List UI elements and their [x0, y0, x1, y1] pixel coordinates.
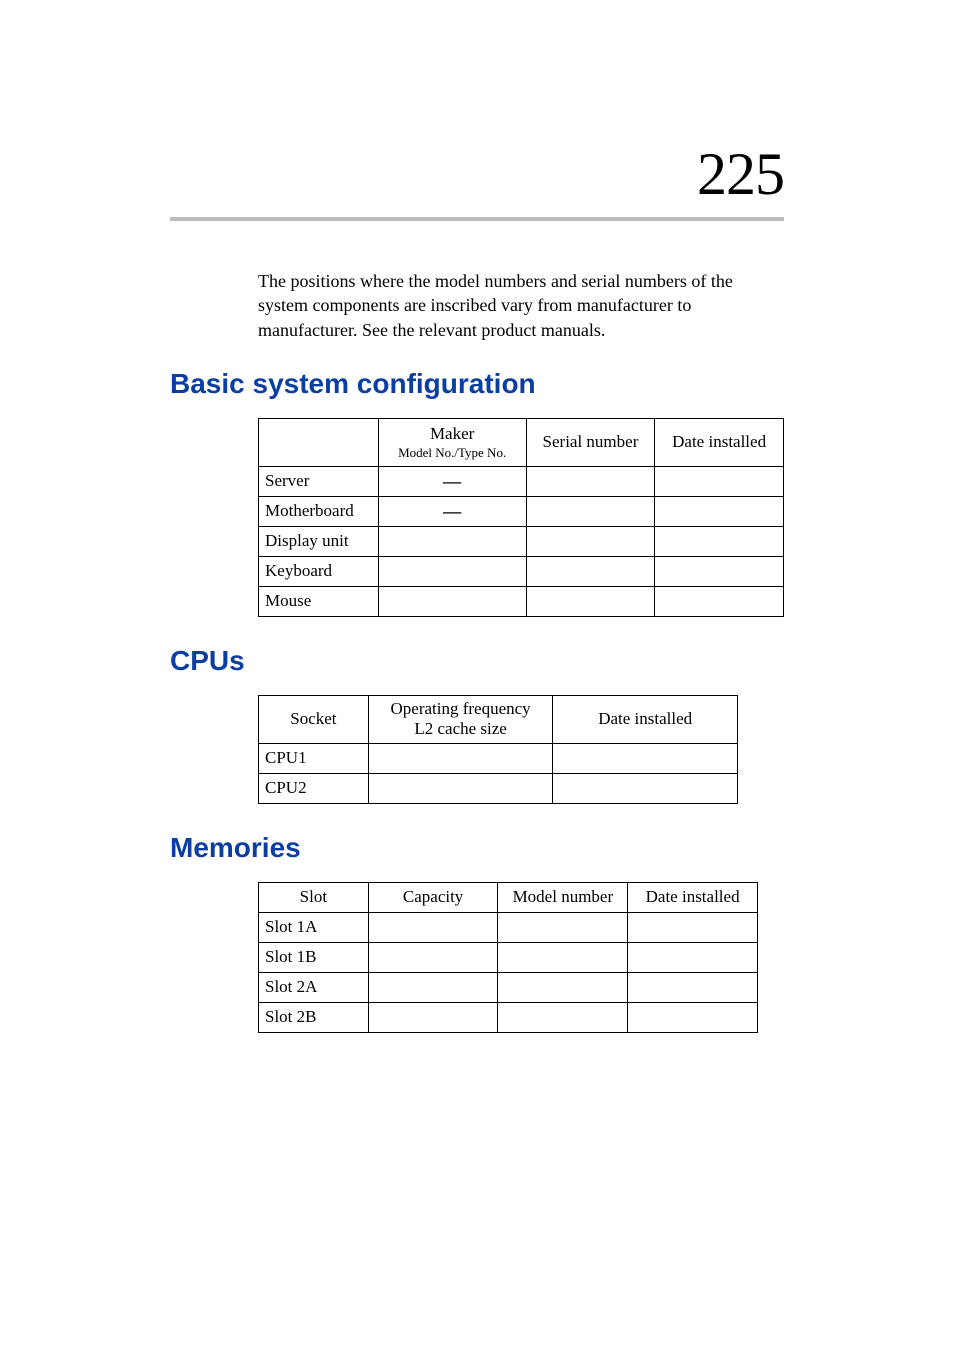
heading-cpus: CPUs: [170, 645, 784, 677]
header-maker: Maker Model No./Type No.: [378, 418, 526, 466]
row-maker: [378, 556, 526, 586]
basic-table-wrapper: Maker Model No./Type No. Serial number D…: [258, 418, 784, 617]
table-row: Slot 2B: [259, 1002, 758, 1032]
row-date: [628, 942, 758, 972]
header-frequency-line2: L2 cache size: [375, 719, 547, 739]
row-capacity: [368, 912, 498, 942]
row-date: [628, 972, 758, 1002]
row-serial: [526, 466, 655, 496]
row-maker: [378, 526, 526, 556]
row-capacity: [368, 972, 498, 1002]
row-serial: [526, 496, 655, 526]
row-date: [655, 556, 784, 586]
row-date: [553, 773, 738, 803]
header-maker-line2: Model No./Type No.: [385, 445, 520, 461]
row-label: Server: [259, 466, 379, 496]
table-row: CPU1: [259, 743, 738, 773]
header-frequency-line1: Operating frequency: [391, 699, 531, 718]
row-date: [655, 496, 784, 526]
row-serial: [526, 586, 655, 616]
page-container: 225 The positions where the model number…: [0, 0, 954, 1351]
header-date: Date installed: [655, 418, 784, 466]
table-header-row: Socket Operating frequency L2 cache size…: [259, 695, 738, 743]
row-label: Slot 1B: [259, 942, 369, 972]
header-capacity: Capacity: [368, 882, 498, 912]
row-label: Display unit: [259, 526, 379, 556]
row-label: Keyboard: [259, 556, 379, 586]
row-date: [655, 466, 784, 496]
row-freq: [368, 773, 553, 803]
header-date: Date installed: [628, 882, 758, 912]
table-row: Server —: [259, 466, 784, 496]
header-divider: [170, 217, 784, 221]
cpus-table: Socket Operating frequency L2 cache size…: [258, 695, 738, 804]
header-date: Date installed: [553, 695, 738, 743]
heading-basic-system-configuration: Basic system configuration: [170, 368, 784, 400]
header-model: Model number: [498, 882, 628, 912]
cpus-table-wrapper: Socket Operating frequency L2 cache size…: [258, 695, 784, 804]
table-row: Keyboard: [259, 556, 784, 586]
table-row: Mouse: [259, 586, 784, 616]
header-maker-line1: Maker: [430, 424, 474, 443]
header-frequency: Operating frequency L2 cache size: [368, 695, 553, 743]
row-capacity: [368, 942, 498, 972]
heading-memories: Memories: [170, 832, 784, 864]
row-label: Slot 2A: [259, 972, 369, 1002]
row-freq: [368, 743, 553, 773]
memories-table: Slot Capacity Model number Date installe…: [258, 882, 758, 1033]
row-model: [498, 942, 628, 972]
row-label: Slot 1A: [259, 912, 369, 942]
row-label: CPU1: [259, 743, 369, 773]
row-date: [655, 526, 784, 556]
table-row: Slot 1B: [259, 942, 758, 972]
header-slot: Slot: [259, 882, 369, 912]
row-label: Mouse: [259, 586, 379, 616]
row-serial: [526, 556, 655, 586]
memories-table-wrapper: Slot Capacity Model number Date installe…: [258, 882, 784, 1033]
row-model: [498, 972, 628, 1002]
intro-paragraph: The positions where the model numbers an…: [258, 269, 784, 342]
header-blank: [259, 418, 379, 466]
table-row: Motherboard —: [259, 496, 784, 526]
row-date: [628, 1002, 758, 1032]
table-header-row: Maker Model No./Type No. Serial number D…: [259, 418, 784, 466]
row-maker: [378, 586, 526, 616]
table-row: Display unit: [259, 526, 784, 556]
page-number: 225: [170, 140, 784, 209]
row-date: [655, 586, 784, 616]
row-capacity: [368, 1002, 498, 1032]
row-date: [553, 743, 738, 773]
row-serial: [526, 526, 655, 556]
table-row: Slot 1A: [259, 912, 758, 942]
row-label: Motherboard: [259, 496, 379, 526]
row-label: Slot 2B: [259, 1002, 369, 1032]
row-maker: —: [378, 496, 526, 526]
header-serial: Serial number: [526, 418, 655, 466]
basic-config-table: Maker Model No./Type No. Serial number D…: [258, 418, 784, 617]
row-maker: —: [378, 466, 526, 496]
table-header-row: Slot Capacity Model number Date installe…: [259, 882, 758, 912]
row-label: CPU2: [259, 773, 369, 803]
row-date: [628, 912, 758, 942]
table-row: Slot 2A: [259, 972, 758, 1002]
row-model: [498, 1002, 628, 1032]
header-socket: Socket: [259, 695, 369, 743]
table-row: CPU2: [259, 773, 738, 803]
row-model: [498, 912, 628, 942]
